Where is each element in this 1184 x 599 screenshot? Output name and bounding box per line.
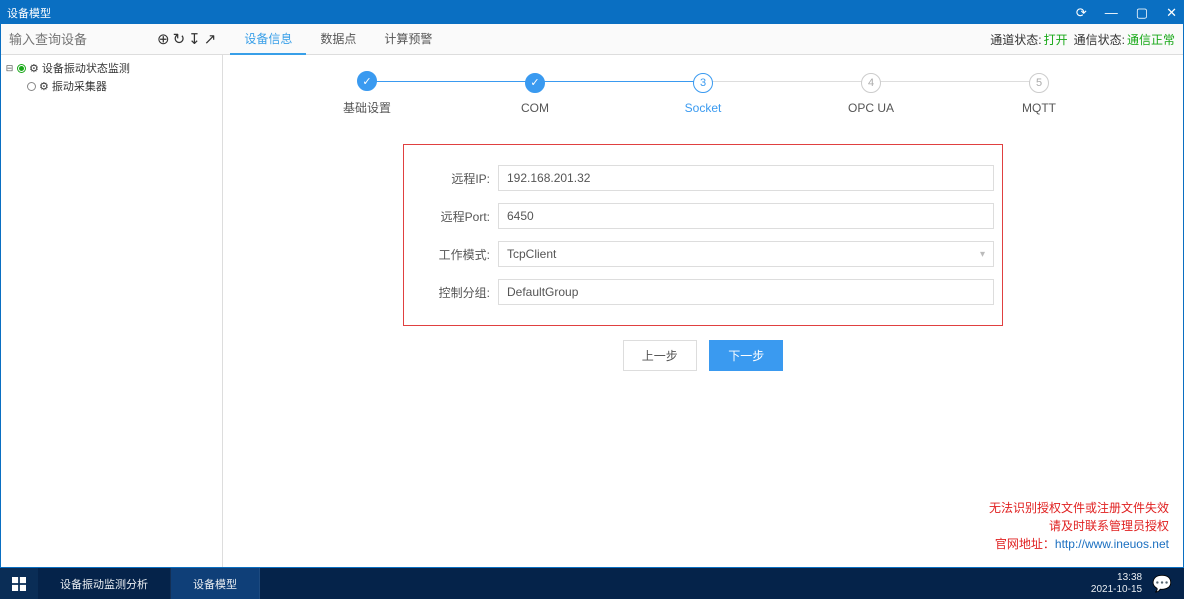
tray-clock[interactable]: 13:38 2021-10-15 (1091, 572, 1142, 595)
add-icon[interactable]: ⊕ (157, 30, 170, 48)
stepper: ✓ 基础设置 ✓ COM 3 Socket 4 OPC UA 5 MQTT (283, 71, 1123, 116)
main-panel: ✓ 基础设置 ✓ COM 3 Socket 4 OPC UA 5 MQTT (223, 55, 1183, 567)
group-label: 控制分组: (412, 284, 490, 301)
tree-node-child[interactable]: ⚙ 振动采集器 (1, 77, 222, 95)
channel-status-value: 打开 (1044, 31, 1068, 48)
step-mqtt[interactable]: 5 MQTT (955, 73, 1123, 115)
task-item-model[interactable]: 设备模型 (171, 568, 260, 599)
step-basic[interactable]: ✓ 基础设置 (283, 71, 451, 116)
chevron-down-icon: ▾ (980, 249, 985, 260)
start-button[interactable] (0, 568, 38, 599)
status-dot-icon (17, 64, 26, 73)
minimize-icon[interactable]: — (1105, 5, 1118, 20)
window-title: 设备模型 (7, 5, 51, 21)
tab-calc-alarm[interactable]: 计算预警 (370, 24, 446, 55)
remote-ip-input[interactable] (498, 165, 994, 191)
sync-icon[interactable]: ⟳ (1076, 5, 1087, 21)
work-mode-label: 工作模式: (412, 246, 490, 263)
tree-node-root[interactable]: ⊟ ⚙ 设备振动状态监测 (1, 59, 222, 77)
prev-button[interactable]: 上一步 (623, 340, 697, 371)
gear-icon: ⚙ (39, 80, 49, 93)
tree-node-label: 设备振动状态监测 (42, 60, 130, 76)
step-socket[interactable]: 3 Socket (619, 73, 787, 115)
group-input[interactable] (498, 279, 994, 305)
step-opcua[interactable]: 4 OPC UA (787, 73, 955, 115)
license-url-link[interactable]: http://www.ineuos.net (1055, 537, 1169, 551)
windows-icon (12, 577, 26, 591)
license-warning: 无法识别授权文件或注册文件失效 请及时联系管理员授权 官网地址：http://w… (989, 499, 1169, 553)
step-com[interactable]: ✓ COM (451, 73, 619, 115)
search-input[interactable] (5, 28, 151, 50)
socket-form: 远程IP: 远程Port: 工作模式: TcpClient ▾ 控制分组: (403, 144, 1003, 326)
tab-device-info[interactable]: 设备信息 (230, 24, 306, 55)
work-mode-select[interactable]: TcpClient ▾ (498, 241, 994, 267)
remote-ip-label: 远程IP: (412, 170, 490, 187)
refresh-icon[interactable]: ↻ (173, 30, 186, 48)
collapse-icon[interactable]: ⊟ (5, 63, 14, 74)
tree-node-label: 振动采集器 (52, 78, 107, 94)
device-tree: ⊟ ⚙ 设备振动状态监测 ⚙ 振动采集器 (1, 55, 223, 567)
close-icon[interactable]: ✕ (1166, 5, 1177, 21)
titlebar: 设备模型 ⟳ — ▢ ✕ (1, 1, 1183, 24)
tab-data-points[interactable]: 数据点 (306, 24, 370, 55)
status-dot-icon (27, 82, 36, 91)
maximize-icon[interactable]: ▢ (1136, 5, 1148, 21)
export-icon[interactable]: ↗ (204, 30, 217, 48)
remote-port-label: 远程Port: (412, 208, 490, 225)
taskbar: 设备振动监测分析 设备模型 13:38 2021-10-15 💬 (0, 568, 1184, 599)
topbar: ⊕ ↻ ↧ ↗ 设备信息 数据点 计算预警 通道状态: 打开 通信状态: 通信正… (1, 24, 1183, 55)
comm-status-value: 通信正常 (1127, 31, 1175, 48)
next-button[interactable]: 下一步 (709, 340, 783, 371)
task-item-analysis[interactable]: 设备振动监测分析 (38, 568, 171, 599)
import-icon[interactable]: ↧ (188, 30, 201, 48)
gear-icon: ⚙ (29, 62, 39, 75)
remote-port-input[interactable] (498, 203, 994, 229)
check-icon: ✓ (525, 73, 545, 93)
check-icon: ✓ (357, 71, 377, 91)
status-bar: 通道状态: 打开 通信状态: 通信正常 (990, 31, 1175, 48)
chat-icon[interactable]: 💬 (1152, 574, 1172, 594)
